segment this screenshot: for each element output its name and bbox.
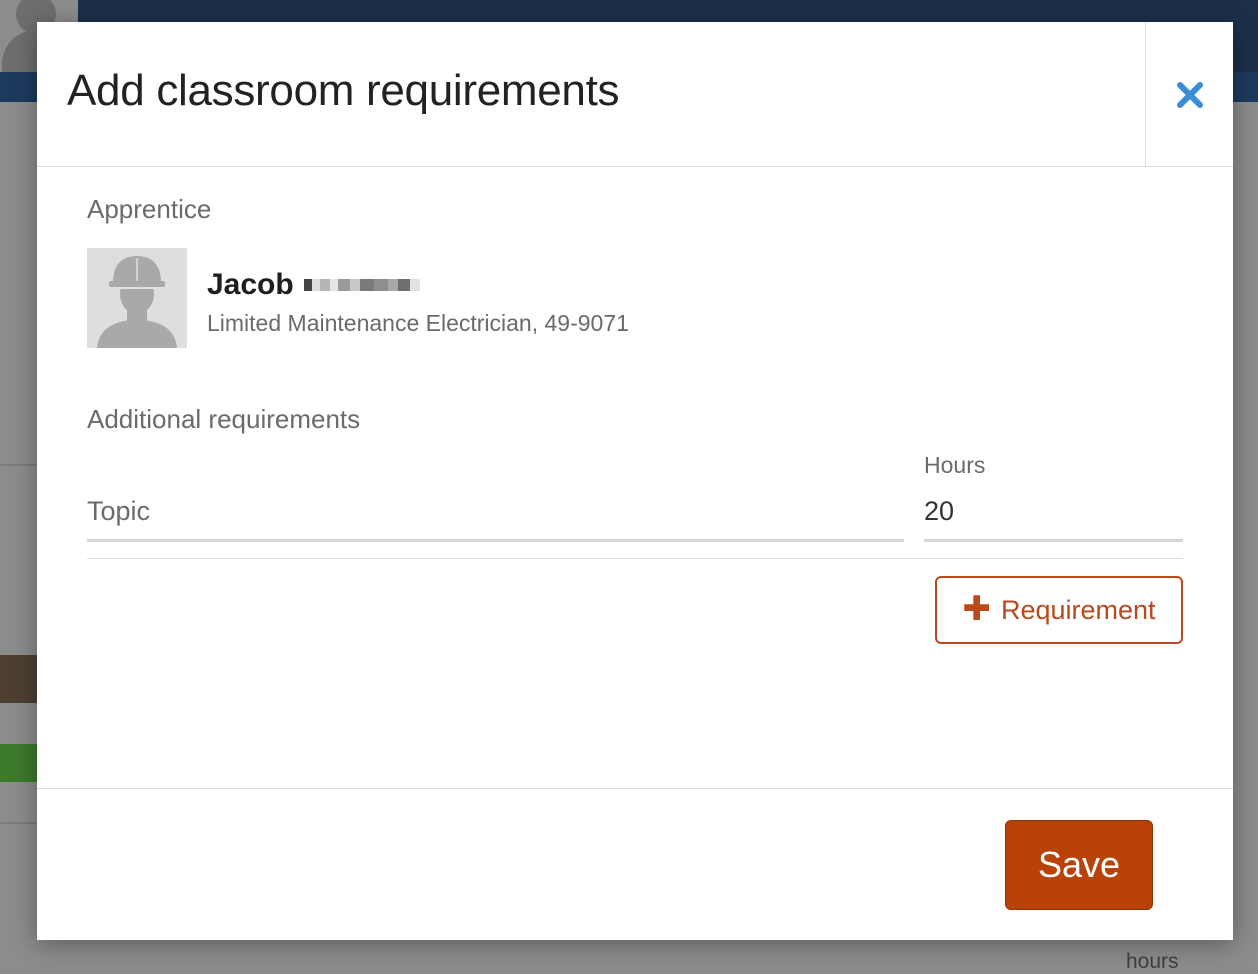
close-button[interactable] (1145, 22, 1233, 167)
apprentice-section-label: Apprentice (87, 194, 212, 224)
save-button[interactable]: Save (1005, 820, 1153, 910)
apprentice-first-name: Jacob (207, 268, 294, 301)
apprentice-name-row: Jacob (207, 268, 420, 302)
hard-hat-person-icon (87, 248, 187, 348)
close-icon (1176, 81, 1203, 108)
plus-icon: ✚ (962, 589, 991, 628)
hours-input[interactable] (924, 484, 1183, 542)
redacted-last-name (303, 271, 420, 299)
topic-input[interactable] (87, 484, 904, 542)
add-classroom-requirements-modal: Add classroom requirements Apprentice Ja… (37, 22, 1233, 940)
apprentice-avatar (87, 248, 187, 348)
apprentice-role: Limited Maintenance Electrician, 49-9071 (207, 310, 629, 336)
background-progress-bar (0, 744, 40, 782)
add-requirement-button[interactable]: ✚ Requirement (935, 576, 1183, 644)
background-divider (0, 822, 40, 824)
background-hours-text: hours (1126, 950, 1179, 973)
hours-label: Hours (924, 452, 986, 478)
modal-title: Add classroom requirements (67, 66, 620, 115)
modal-header: Add classroom requirements (37, 22, 1233, 167)
additional-requirements-label: Additional requirements (87, 404, 361, 434)
modal-footer-divider (37, 788, 1233, 789)
add-requirement-label: Requirement (1000, 594, 1156, 625)
requirement-row-divider (87, 558, 1183, 559)
background-photo (0, 655, 40, 703)
background-divider (0, 464, 40, 466)
